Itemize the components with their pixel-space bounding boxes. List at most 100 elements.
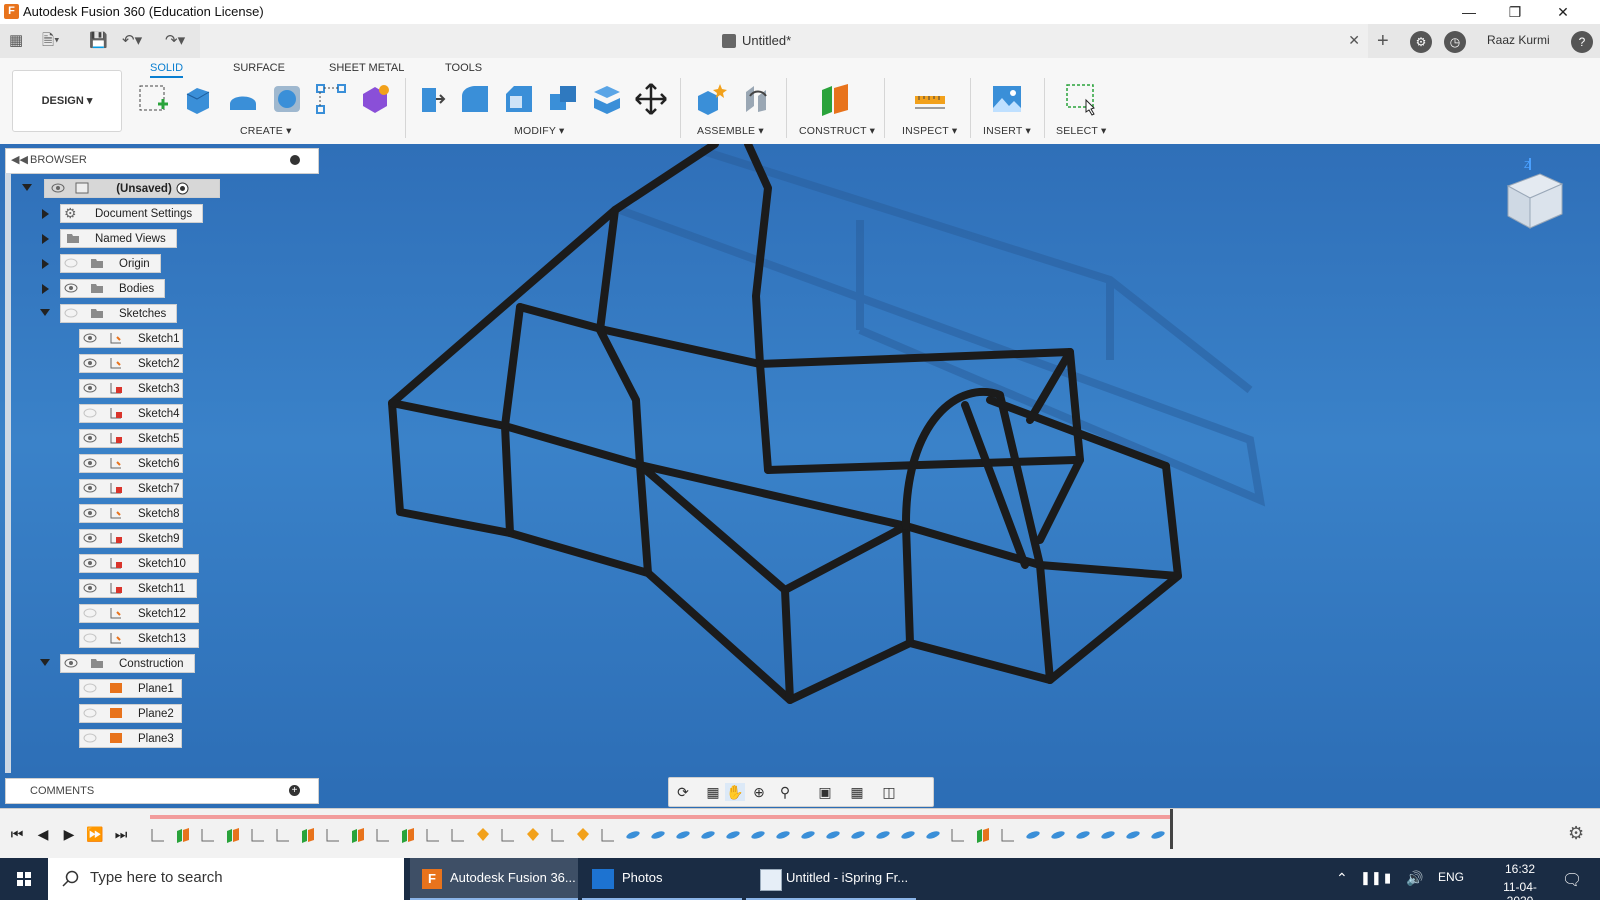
- timeline-plane-icon[interactable]: [225, 827, 241, 843]
- timeline-pipe-icon[interactable]: [1125, 827, 1141, 843]
- expand-toggle-icon[interactable]: [42, 234, 49, 244]
- eye-hidden-icon[interactable]: [64, 258, 78, 268]
- restore-button[interactable]: ❐: [1492, 0, 1538, 24]
- create-sketch-icon[interactable]: [136, 82, 170, 116]
- battery-icon[interactable]: ▮: [1384, 870, 1391, 886]
- timeline-sketch-icon[interactable]: [550, 827, 566, 843]
- timeline-sketch-icon[interactable]: [450, 827, 466, 843]
- look-at-icon[interactable]: ▦: [703, 783, 723, 801]
- document-tab[interactable]: Untitled* ✕: [200, 24, 1368, 58]
- timeline-pipe-icon[interactable]: [1025, 827, 1041, 843]
- expand-toggle-icon[interactable]: [42, 259, 49, 269]
- file-menu-icon[interactable]: 🗎▾: [42, 31, 60, 51]
- timeline-pipe-icon[interactable]: [800, 827, 816, 843]
- eye-hidden-icon[interactable]: [83, 708, 97, 718]
- insert-group-label[interactable]: INSERT ▾: [983, 125, 1031, 137]
- collapse-panel-icon[interactable]: ◀◀: [11, 153, 28, 166]
- expand-toggle-icon[interactable]: [42, 209, 49, 219]
- eye-hidden-icon[interactable]: [83, 408, 97, 418]
- close-window-button[interactable]: ✕: [1540, 0, 1586, 24]
- eye-hidden-icon[interactable]: [83, 608, 97, 618]
- fillet-icon[interactable]: [458, 82, 492, 116]
- step-forward-icon[interactable]: ⏩: [86, 825, 104, 843]
- timeline-plane-icon[interactable]: [300, 827, 316, 843]
- eye-icon[interactable]: [83, 458, 97, 468]
- go-to-start-icon[interactable]: ⏮: [8, 825, 26, 843]
- close-tab-icon[interactable]: ✕: [1348, 32, 1360, 49]
- tab-surface[interactable]: SURFACE: [233, 62, 285, 74]
- timeline-sketch-icon[interactable]: [425, 827, 441, 843]
- show-hidden-icons-icon[interactable]: ⌃: [1336, 870, 1348, 887]
- timeline-pipe-icon[interactable]: [700, 827, 716, 843]
- redo-icon[interactable]: ↷▾: [165, 31, 185, 51]
- eye-hidden-icon[interactable]: [83, 633, 97, 643]
- timeline-sketch-icon[interactable]: [950, 827, 966, 843]
- help-icon[interactable]: ?: [1571, 31, 1593, 53]
- eye-icon[interactable]: [83, 333, 97, 343]
- inspect-group-label[interactable]: INSPECT ▾: [902, 125, 957, 137]
- eye-icon[interactable]: [83, 508, 97, 518]
- offset-plane-icon[interactable]: [818, 82, 852, 116]
- undo-icon[interactable]: ↶▾: [122, 31, 142, 51]
- timeline-sketch-icon[interactable]: [1000, 827, 1016, 843]
- timeline-pipe-icon[interactable]: [850, 827, 866, 843]
- panel-minimize-icon[interactable]: [290, 155, 300, 165]
- taskbar-app-fusion[interactable]: F Autodesk Fusion 36...: [410, 858, 578, 900]
- select-box-icon[interactable]: [1064, 82, 1098, 116]
- timeline-settings-icon[interactable]: ⚙: [1568, 823, 1584, 844]
- eye-icon[interactable]: [83, 583, 97, 593]
- taskbar-app-ispring[interactable]: Untitled - iSpring Fr...: [746, 858, 916, 900]
- new-tab-icon[interactable]: +: [1377, 31, 1389, 51]
- timeline-plane-icon[interactable]: [175, 827, 191, 843]
- press-pull-icon[interactable]: [414, 82, 448, 116]
- eye-hidden-icon[interactable]: [83, 733, 97, 743]
- 3d-viewport[interactable]: Z: [0, 144, 1600, 808]
- eye-icon[interactable]: [83, 483, 97, 493]
- collapse-toggle-icon[interactable]: [40, 659, 50, 666]
- timeline-pipe-icon[interactable]: [1075, 827, 1091, 843]
- eye-icon[interactable]: [83, 358, 97, 368]
- sweep-icon[interactable]: [270, 82, 304, 116]
- timeline-pipe-icon[interactable]: [825, 827, 841, 843]
- eye-icon[interactable]: [64, 658, 78, 668]
- play-icon[interactable]: ▶: [60, 825, 78, 843]
- eye-icon[interactable]: [83, 383, 97, 393]
- extensions-icon[interactable]: ⚙: [1410, 31, 1432, 53]
- eye-icon[interactable]: [64, 283, 78, 293]
- timeline-sketch-icon[interactable]: [275, 827, 291, 843]
- language-indicator[interactable]: ENG: [1438, 870, 1464, 884]
- pan-icon[interactable]: ✋: [725, 783, 745, 801]
- job-status-icon[interactable]: ◷: [1444, 31, 1466, 53]
- timeline-sketch-icon[interactable]: [250, 827, 266, 843]
- tab-tools[interactable]: TOOLS: [445, 62, 482, 74]
- eye-icon[interactable]: [83, 558, 97, 568]
- timeline-sketch-icon[interactable]: [150, 827, 166, 843]
- sketch-label[interactable]: Sketch10: [79, 554, 199, 573]
- tab-solid[interactable]: SOLID: [150, 62, 184, 78]
- timeline-plane-icon[interactable]: [975, 827, 991, 843]
- rectangular-pattern-icon[interactable]: [314, 82, 348, 116]
- zoom-icon[interactable]: ⊕: [749, 783, 769, 801]
- timeline-sketch-icon[interactable]: [375, 827, 391, 843]
- volume-icon[interactable]: 🔊: [1406, 870, 1423, 887]
- workspace-switcher[interactable]: DESIGN ▾: [12, 70, 122, 132]
- go-to-end-icon[interactable]: ⏭: [112, 825, 130, 843]
- timeline-pipe-icon[interactable]: [775, 827, 791, 843]
- frame-model[interactable]: [0, 144, 1600, 808]
- eye-icon[interactable]: [51, 183, 65, 193]
- orbit-icon[interactable]: ⟳: [673, 783, 693, 801]
- assemble-group-label[interactable]: ASSEMBLE ▾: [697, 125, 764, 137]
- timeline-feature-icon[interactable]: [575, 827, 591, 843]
- eye-hidden-icon[interactable]: [64, 308, 78, 318]
- eye-icon[interactable]: [83, 433, 97, 443]
- timeline-pipe-icon[interactable]: [875, 827, 891, 843]
- create-group-label[interactable]: CREATE ▾: [240, 125, 292, 137]
- new-component-icon[interactable]: [694, 82, 728, 116]
- timeline-pipe-icon[interactable]: [1100, 827, 1116, 843]
- fit-icon[interactable]: ⚲: [775, 783, 795, 801]
- timeline-feature-icon[interactable]: [475, 827, 491, 843]
- extrude-icon[interactable]: [181, 82, 215, 116]
- activate-radio-icon[interactable]: [176, 182, 189, 195]
- clock[interactable]: 16:32 11-04-2020: [1490, 862, 1550, 908]
- comments-panel[interactable]: COMMENTS +: [5, 778, 319, 804]
